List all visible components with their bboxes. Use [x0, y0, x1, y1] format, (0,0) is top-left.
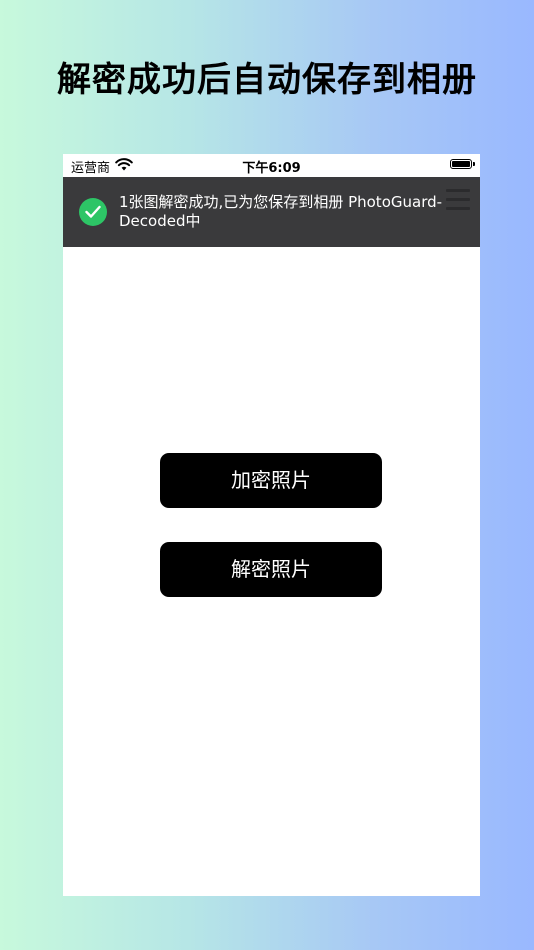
- success-toast: 1张图解密成功,已为您保存到相册 PhotoGuard-Decoded中: [63, 177, 480, 247]
- menu-icon[interactable]: [446, 189, 470, 213]
- promo-headline: 解密成功后自动保存到相册: [57, 60, 477, 100]
- status-time: 下午6:09: [242, 161, 301, 176]
- decrypt-photo-button[interactable]: 解密照片: [160, 542, 382, 597]
- encrypt-photo-button[interactable]: 加密照片: [160, 453, 382, 508]
- phone-screen: 运营商 下午6:09 1张图解密成功,已为您保存到相册 PhotoGuard-D…: [63, 154, 480, 896]
- battery-icon: [450, 159, 475, 169]
- status-bar: 运营商 下午6:09: [63, 154, 480, 177]
- success-check-icon: [79, 198, 107, 226]
- toast-message: 1张图解密成功,已为您保存到相册 PhotoGuard-Decoded中: [119, 193, 443, 230]
